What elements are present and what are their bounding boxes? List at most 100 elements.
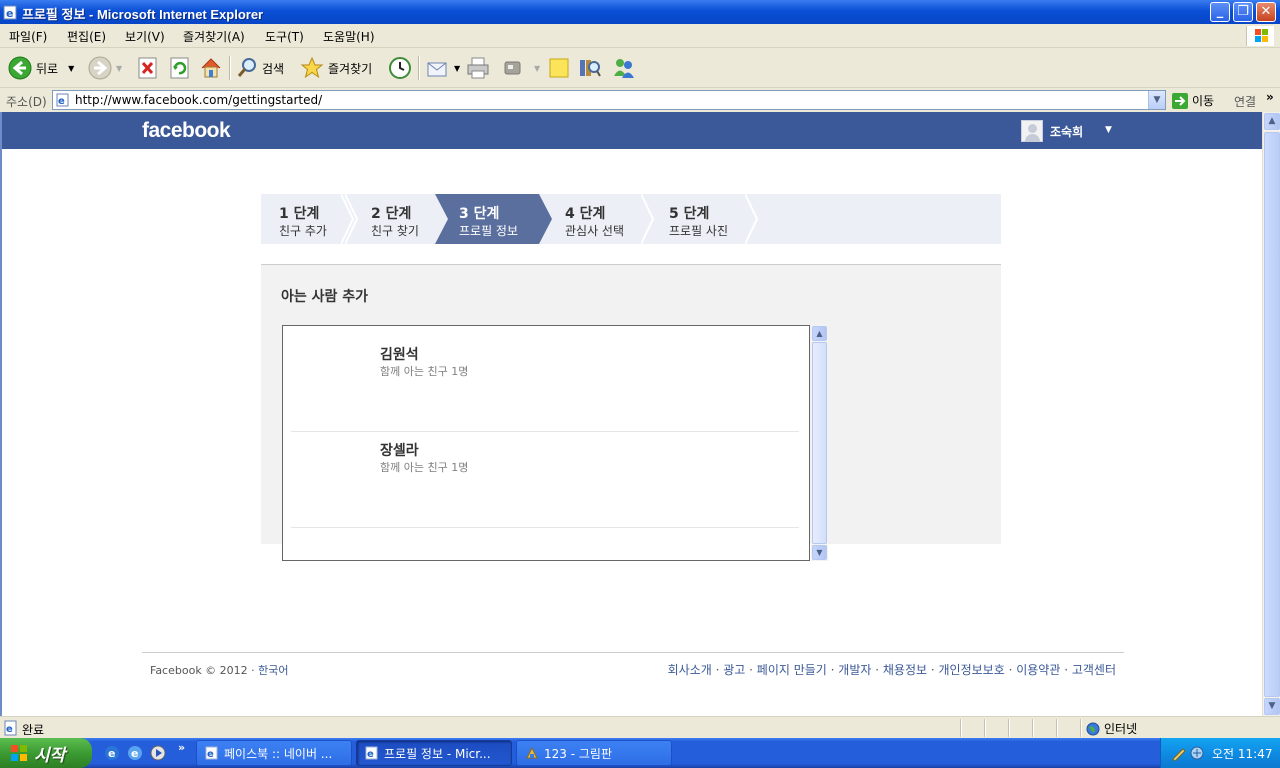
menu-bar: 파일(F) 편집(E) 보기(V) 즐겨찾기(A) 도구(T) 도움말(H) (0, 24, 1280, 48)
user-avatar[interactable] (1021, 120, 1043, 142)
list-item[interactable]: 김원석 함께 아는 친구 1명 (291, 336, 799, 432)
step-4[interactable]: 4 단계 관심사 선택 (547, 194, 655, 244)
person-name[interactable]: 김원석 (380, 344, 419, 364)
step-1[interactable]: 1 단계 친구 추가 (261, 194, 359, 244)
back-dropdown-icon[interactable]: ▼ (68, 64, 74, 73)
step-5[interactable]: 5 단계 프로필 사진 (651, 194, 759, 244)
ie-task-icon: e (365, 746, 378, 760)
back-arrow-icon (8, 56, 32, 80)
toolbar-separator (229, 56, 230, 80)
menu-favorites[interactable]: 즐겨찾기(A) (183, 28, 245, 45)
address-label: 주소(D) (6, 95, 47, 109)
step-label: 친구 추가 (279, 224, 327, 238)
list-item[interactable]: 장셀라 함께 아는 친구 1명 (291, 432, 799, 528)
status-divider (960, 719, 961, 737)
task-label: 페이스북 :: 네이버 ... (224, 746, 333, 761)
home-button[interactable] (199, 54, 223, 82)
toolbar-separator (418, 56, 419, 80)
minimize-button[interactable]: _ (1210, 2, 1230, 22)
scroll-down-icon[interactable]: ▼ (812, 545, 827, 560)
footer-link-privacy[interactable]: 개인정보보호 (939, 663, 1005, 677)
menu-help[interactable]: 도움말(H) (323, 28, 375, 45)
quicklaunch-ie-icon[interactable]: e (104, 745, 120, 761)
mail-button[interactable]: ▼ (426, 54, 460, 82)
language-link[interactable]: 한국어 (258, 664, 288, 677)
clock[interactable]: 오전 11:47 (1212, 745, 1272, 762)
window-title: 프로필 정보 - Microsoft Internet Explorer (22, 7, 264, 22)
footer-link-help[interactable]: 고객센터 (1072, 663, 1116, 677)
facebook-logo[interactable]: facebook (142, 119, 231, 143)
research-button[interactable] (578, 54, 602, 82)
print-button[interactable] (466, 54, 490, 82)
messenger-button[interactable] (612, 54, 636, 82)
search-button[interactable]: 검색 (236, 54, 284, 82)
people-list-scrollbar[interactable]: ▲ ▼ (811, 325, 828, 561)
maximize-button[interactable]: ❐ (1233, 2, 1253, 22)
quicklaunch-media-icon[interactable] (150, 745, 166, 761)
status-divider (1032, 719, 1033, 737)
footer-link-terms[interactable]: 이용약관 (1016, 663, 1060, 677)
menu-view[interactable]: 보기(V) (125, 28, 165, 45)
quicklaunch-more-icon[interactable]: » (178, 741, 185, 754)
back-button[interactable]: 뒤로 ▼ (8, 54, 74, 82)
scroll-down-icon[interactable]: ▼ (1264, 698, 1280, 715)
favorites-button[interactable]: 즐겨찾기 (300, 54, 372, 82)
forward-button[interactable]: ▼ (88, 54, 122, 82)
footer-link-ads[interactable]: 광고 (723, 663, 745, 677)
menu-file[interactable]: 파일(F) (9, 28, 47, 45)
windows-flag-icon (11, 745, 27, 761)
zone-label: 인터넷 (1104, 722, 1138, 736)
footer-link-about[interactable]: 회사소개 (668, 663, 712, 677)
step-2[interactable]: 2 단계 친구 찾기 (353, 194, 433, 244)
scroll-thumb[interactable] (1264, 132, 1280, 697)
messenger-icon (614, 59, 634, 78)
toolbar: 뒤로 ▼ ▼ 검색 즐겨찾기 ▼ ▼ (0, 48, 1280, 88)
refresh-button[interactable] (169, 54, 191, 82)
step-number: 3 단계 (459, 206, 500, 222)
stop-button[interactable] (137, 54, 159, 82)
footer-link-developers[interactable]: 개발자 (838, 663, 871, 677)
edit-dropdown-icon[interactable]: ▼ (534, 64, 540, 73)
discuss-button[interactable] (548, 54, 570, 82)
tray-pen-icon[interactable] (1171, 745, 1187, 761)
task-button-profile[interactable]: e 프로필 정보 - Micr... (356, 740, 512, 766)
footer-link-create-page[interactable]: 페이지 만들기 (757, 663, 827, 677)
links-label[interactable]: 연결 (1234, 93, 1256, 110)
close-button[interactable]: ✕ (1256, 2, 1276, 22)
quicklaunch-ie2-icon[interactable]: e (127, 745, 143, 761)
history-button[interactable] (388, 54, 412, 82)
person-name[interactable]: 장셀라 (380, 440, 419, 460)
security-zone[interactable]: 인터넷 (1086, 720, 1137, 737)
user-name[interactable]: 조숙희 (1050, 123, 1083, 140)
menu-tools[interactable]: 도구(T) (265, 28, 304, 45)
mutual-friends[interactable]: 함께 아는 친구 1명 (380, 459, 468, 475)
status-divider (1080, 719, 1081, 737)
tray-network-icon[interactable] (1189, 745, 1205, 761)
scroll-thumb[interactable] (812, 342, 827, 544)
footer-copyright: Facebook © 2012 · 한국어 (150, 662, 289, 678)
scroll-up-icon[interactable]: ▲ (1264, 113, 1280, 130)
step-3-active[interactable]: 3 단계 프로필 정보 (435, 194, 552, 244)
task-button-naver[interactable]: e 페이스북 :: 네이버 ... (196, 740, 352, 766)
people-list[interactable]: 김원석 함께 아는 친구 1명 장셀라 함께 아는 친구 1명 (282, 325, 810, 561)
edit-button[interactable]: ▼ (502, 54, 540, 82)
links-more-icon[interactable]: » (1266, 90, 1274, 104)
address-dropdown-icon[interactable]: ▼ (1148, 91, 1165, 109)
footer: Facebook © 2012 · 한국어 회사소개 · 광고 · 페이지 만들… (142, 652, 1124, 682)
scroll-up-icon[interactable]: ▲ (812, 326, 827, 341)
status-divider (1056, 719, 1057, 737)
svg-text:e: e (131, 747, 138, 760)
footer-link-careers[interactable]: 채용정보 (883, 663, 927, 677)
forward-dropdown-icon[interactable]: ▼ (116, 64, 122, 73)
task-button-paint[interactable]: 123 - 그림판 (516, 740, 672, 766)
account-menu-chevron-down-icon[interactable]: ▼ (1105, 125, 1112, 135)
history-icon (389, 57, 411, 79)
menu-edit[interactable]: 편집(E) (67, 28, 106, 45)
mail-dropdown-icon[interactable]: ▼ (454, 64, 460, 73)
mutual-friends[interactable]: 함께 아는 친구 1명 (380, 363, 468, 379)
window-titlebar[interactable]: e 프로필 정보 - Microsoft Internet Explorer _… (0, 0, 1280, 24)
browser-scrollbar[interactable]: ▲ ▼ (1262, 112, 1280, 716)
address-input[interactable]: e http://www.facebook.com/gettingstarted… (52, 90, 1166, 110)
start-button[interactable]: 시작 (0, 738, 92, 768)
go-button[interactable]: 이동 (1172, 92, 1214, 109)
